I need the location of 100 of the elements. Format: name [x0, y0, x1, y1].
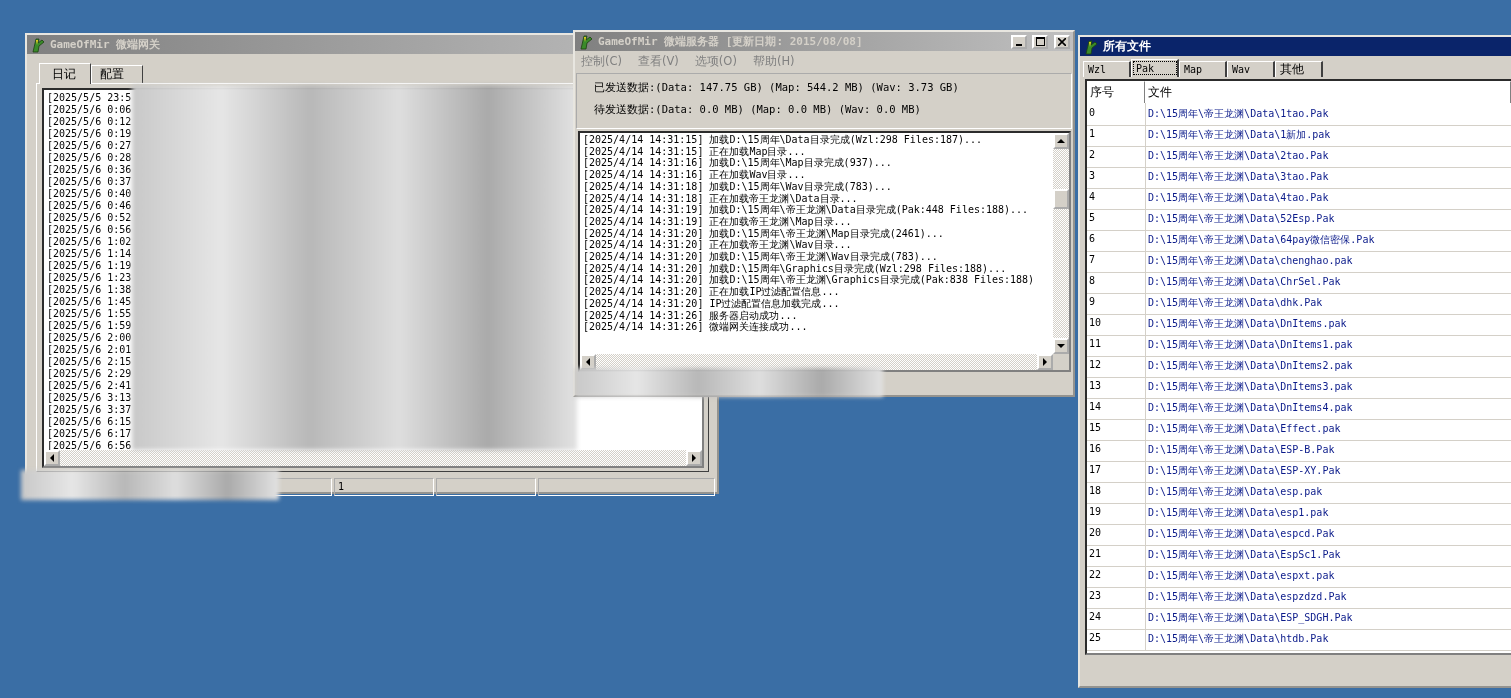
log-line: [2025/4/14 14:31:18] 正在加载帝王龙渊\Data目录... — [583, 192, 858, 204]
log-line: [2025/5/6 0:06 — [47, 104, 132, 116]
table-cell: 21 — [1087, 544, 1145, 567]
table-cell: D:\15周年\帝王龙渊\Data\ESP_SDGH.Pak — [1145, 607, 1511, 630]
tab[interactable]: Wav — [1227, 61, 1275, 77]
log-line: [2025/4/14 14:31:15] 加载D:\15周年\Data目录完成(Wzl:298 Files:187)... — [583, 134, 983, 146]
log-line: [2025/5/6 1:38 — [47, 284, 132, 296]
table-cell: 6 — [1087, 229, 1145, 252]
log-line: [2025/4/14 14:31:20] IP过滤配置信息加载完成... — [583, 297, 840, 310]
scrollbar-corner — [1053, 354, 1069, 370]
table-cell: 0 — [1087, 103, 1145, 126]
table-cell: D:\15周年\帝王龙渊\Data\1新加.pak — [1145, 124, 1511, 147]
table-cell: 1 — [1087, 124, 1145, 147]
table-cell: D:\15周年\帝王龙渊\Data\ESP-B.Pak — [1145, 439, 1511, 462]
scroll-down-button[interactable] — [1053, 338, 1069, 354]
scroll-right-button[interactable] — [686, 450, 702, 466]
log-line: [2025/4/14 14:31:19] 正在加载帝王龙渊\Map目录... — [583, 215, 852, 228]
log-line: [2025/5/6 2:00 — [47, 332, 132, 344]
table-cell: D:\15周年\帝王龙渊\Data\DnItems3.pak — [1145, 376, 1511, 399]
table-cell: D:\15周年\帝王龙渊\Data\DnItems2.pak — [1145, 355, 1511, 378]
table-cell: 7 — [1087, 250, 1145, 273]
table-cell: 3 — [1087, 166, 1145, 189]
log-line: [2025/5/6 1:59 — [47, 320, 132, 332]
scroll-up-button[interactable] — [1053, 133, 1069, 149]
maximize-icon — [1035, 37, 1045, 46]
log-line: [2025/5/6 1:45 — [47, 296, 132, 308]
tab[interactable]: Wzl — [1083, 61, 1131, 77]
log-line: [2025/5/5 23:5 — [47, 92, 132, 104]
log-line: [2025/5/6 0:46 — [47, 200, 132, 212]
log-line: [2025/5/6 6:56 — [47, 440, 132, 450]
table-cell: 13 — [1087, 376, 1145, 399]
column-header[interactable]: 文件 — [1145, 81, 1511, 103]
table-cell: 12 — [1087, 355, 1145, 378]
table-cell: D:\15周年\帝王龙渊\Data\espxt.pak — [1145, 565, 1511, 588]
table-cell: D:\15周年\帝王龙渊\Data\DnItems.pak — [1145, 313, 1511, 336]
vertical-scrollbar[interactable] — [1053, 133, 1069, 354]
log-line: [2025/5/6 1:14 — [47, 248, 132, 260]
column-header[interactable]: 序号 — [1087, 81, 1145, 103]
app-icon — [1083, 38, 1099, 55]
table-cell: D:\15周年\帝王龙渊\Data\EspSc1.Pak — [1145, 544, 1511, 567]
table-cell: D:\15周年\帝王龙渊\Data\DnItems4.pak — [1145, 397, 1511, 420]
log-line: [2025/4/14 14:31:26] 服务器启动成功... — [583, 309, 798, 321]
tab[interactable]: 配置 — [91, 65, 143, 83]
table-cell: D:\15周年\帝王龙渊\Data\chenghao.pak — [1145, 250, 1511, 273]
status-text: 1 — [334, 478, 434, 496]
tab[interactable]: Map — [1179, 61, 1227, 77]
table-cell: 10 — [1087, 313, 1145, 336]
horizontal-scrollbar[interactable] — [44, 450, 702, 466]
tab[interactable]: Pak — [1131, 59, 1179, 77]
table-cell: 18 — [1087, 481, 1145, 504]
app-icon — [578, 33, 594, 50]
table-cell: 22 — [1087, 565, 1145, 588]
table-cell: D:\15周年\帝王龙渊\Data\52Esp.Pak — [1145, 208, 1511, 231]
table-cell: D:\15周年\帝王龙渊\Data\esp.pak — [1145, 481, 1511, 504]
table-cell: D:\15周年\帝王龙渊\Data\htdb.Pak — [1145, 628, 1511, 651]
log-line: [2025/5/6 0:12 — [47, 116, 132, 128]
log-line: [2025/5/6 0:40 — [47, 188, 132, 200]
log-line: [2025/4/14 14:31:20] 正在加载帝王龙渊\Wav目录... — [583, 239, 852, 251]
table-cell: D:\15周年\帝王龙渊\Data\espzdzd.Pak — [1145, 586, 1511, 609]
log-line: [2025/5/6 0:36 — [47, 164, 132, 176]
table-cell: 25 — [1087, 628, 1145, 651]
scroll-right-button[interactable] — [1037, 354, 1053, 370]
app-icon — [30, 36, 46, 53]
log-line: [2025/5/6 6:17 — [47, 428, 132, 440]
table-cell: D:\15周年\帝王龙渊\Data\ChrSel.Pak — [1145, 271, 1511, 294]
log-line: [2025/5/6 0:28 — [47, 152, 132, 164]
table-cell: D:\15周年\帝王龙渊\Data\DnItems1.pak — [1145, 334, 1511, 357]
tab[interactable]: 其他 — [1275, 61, 1323, 77]
table-cell: 20 — [1087, 523, 1145, 546]
horizontal-scrollbar[interactable] — [580, 354, 1053, 370]
scrollbar-thumb[interactable] — [1053, 189, 1069, 209]
table-cell: 8 — [1087, 271, 1145, 294]
log-line: [2025/4/14 14:31:15] 正在加载Map目录... — [583, 145, 806, 157]
log-line: [2025/4/14 14:31:16] 正在加载Wav目录... — [583, 169, 806, 181]
table-cell: 2 — [1087, 145, 1145, 168]
log-line: [2025/4/14 14:31:20] 加载D:\15周年\帝王龙渊\Graphics目录完成(Pak:838 Files:188) — [583, 274, 1035, 286]
table-cell: D:\15周年\帝王龙渊\Data\2tao.Pak — [1145, 145, 1511, 168]
close-icon — [1058, 37, 1066, 46]
log-line: [2025/5/6 1:23 — [47, 272, 132, 284]
log-line: [2025/5/6 6:15 — [47, 416, 132, 428]
sent-data-text: 已发送数据:(Data: 147.75 GB) (Map: 544.2 MB) (Wav: 3.73 GB) — [594, 81, 960, 95]
log-line: [2025/5/6 0:52 — [47, 212, 132, 224]
log-line: [2025/4/14 14:31:19] 加载D:\15周年\帝王龙渊\Data目录完成(Pak:448 Files:188)... — [583, 204, 1029, 216]
minimize-icon — [1016, 43, 1022, 46]
table-cell: D:\15周年\帝王龙渊\Data\espcd.Pak — [1145, 523, 1511, 546]
log-line: [2025/5/6 1:55 — [47, 308, 132, 320]
table-cell: D:\15周年\帝王龙渊\Data\esp1.pak — [1145, 502, 1511, 525]
log-line: [2025/4/14 14:31:18] 加载D:\15周年\Wav目录完成(783)... — [583, 180, 892, 193]
table-cell: 9 — [1087, 292, 1145, 315]
tab[interactable]: 日记 — [39, 63, 91, 84]
table-cell: D:\15周年\帝王龙渊\Data\1tao.Pak — [1145, 103, 1511, 126]
window-title: 所有文件 — [1103, 38, 1151, 55]
table-cell: D:\15周年\帝王龙渊\Data\64pay微信密保.Pak — [1145, 229, 1511, 252]
log-line: [2025/5/6 0:56 — [47, 224, 132, 236]
log-line: [2025/4/14 14:31:16] 加载D:\15周年\Map目录完成(937)... — [583, 157, 892, 169]
log-line: [2025/5/6 0:27 — [47, 140, 132, 152]
table-cell: 19 — [1087, 502, 1145, 525]
table-cell: D:\15周年\帝王龙渊\Data\ESP-XY.Pak — [1145, 460, 1511, 483]
log-line: [2025/5/6 2:29 — [47, 368, 132, 380]
scroll-left-button[interactable] — [44, 450, 60, 466]
